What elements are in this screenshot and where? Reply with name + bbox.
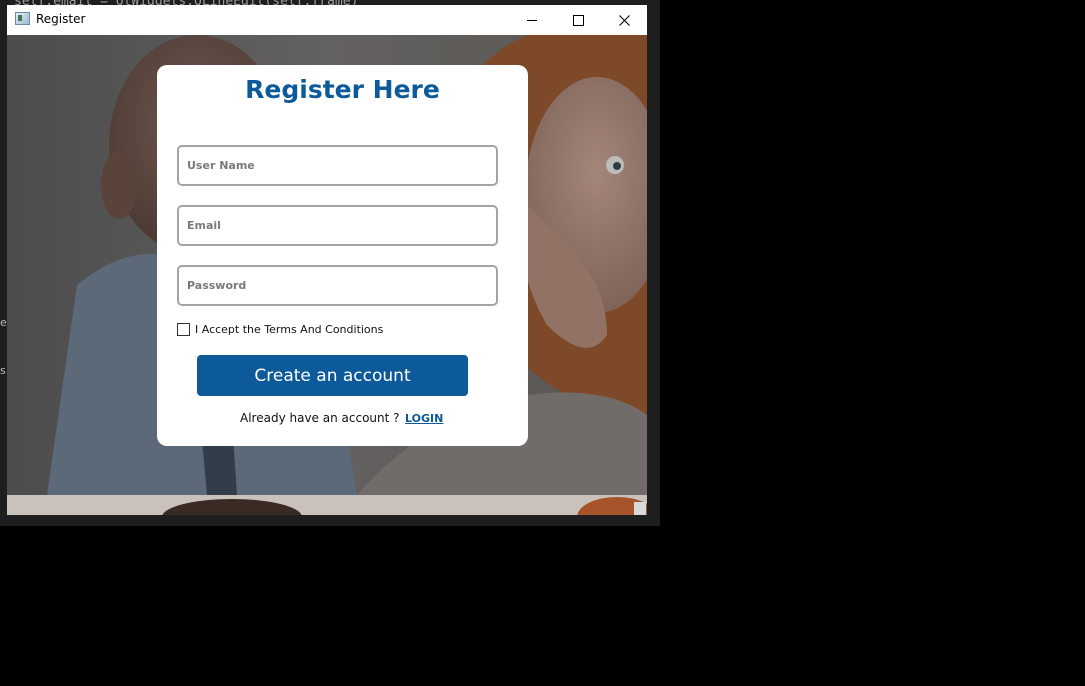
register-card: Register Here I Accept the Terms And Con… [157, 65, 528, 446]
username-input[interactable] [179, 147, 496, 184]
minimize-icon [527, 19, 537, 21]
register-window: Register Register Here User Name Email I… [7, 5, 647, 515]
create-account-button[interactable]: Create an account [197, 355, 468, 396]
maximize-button[interactable] [555, 5, 601, 35]
title-bar[interactable]: Register [7, 5, 647, 35]
terms-row[interactable]: I Accept the Terms And Conditions [177, 323, 383, 336]
password-input[interactable] [179, 267, 496, 304]
email-field[interactable] [177, 205, 498, 246]
app-window-icon [15, 12, 30, 25]
already-have-account-text: Already have an account ? [240, 411, 400, 425]
window-title: Register [36, 12, 86, 26]
minimize-button[interactable] [509, 5, 555, 35]
ide-side-text: s [0, 364, 6, 377]
terms-label[interactable]: I Accept the Terms And Conditions [195, 323, 383, 336]
terms-checkbox[interactable] [177, 323, 190, 336]
username-field[interactable] [177, 145, 498, 186]
resize-grip[interactable] [634, 502, 646, 515]
background-photo-strip [7, 495, 647, 515]
form-title: Register Here [245, 75, 440, 104]
login-link[interactable]: LOGIN [405, 412, 443, 425]
password-field[interactable] [177, 265, 498, 306]
close-icon [618, 14, 630, 26]
close-button[interactable] [601, 5, 647, 35]
email-input[interactable] [179, 207, 496, 244]
maximize-icon [572, 14, 584, 26]
